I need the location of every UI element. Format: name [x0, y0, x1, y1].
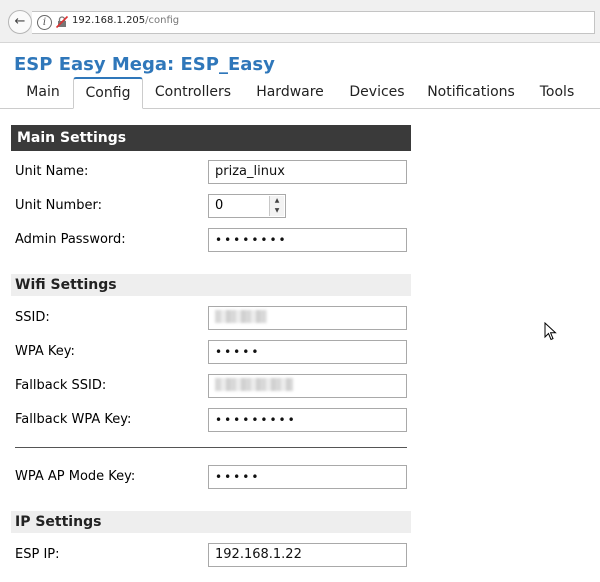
browser-toolbar: ← i 192.168.1.205/config	[0, 0, 600, 43]
wpa-ap-mode-key-label: WPA AP Mode Key:	[15, 469, 136, 484]
url-text: 192.168.1.205/config	[72, 15, 179, 26]
url-path: /config	[145, 15, 180, 26]
wpa-key-label: WPA Key:	[15, 344, 75, 359]
section-divider	[15, 447, 407, 448]
mouse-pointer-icon	[544, 322, 557, 341]
esp-ip-label: ESP IP:	[15, 547, 60, 562]
tab-main[interactable]: Main	[20, 78, 66, 107]
fallback-wpa-key-input[interactable]: •••••••••	[208, 408, 407, 432]
main-settings-header: Main Settings	[11, 125, 411, 151]
tab-config[interactable]: Config	[73, 77, 143, 109]
unit-name-input[interactable]: priza_linux	[208, 160, 407, 184]
wpa-key-input[interactable]: •••••	[208, 340, 407, 364]
ssid-input[interactable]	[208, 306, 407, 330]
unit-number-stepper[interactable]: 0 ▲ ▼	[208, 194, 286, 218]
fallback-ssid-input[interactable]	[208, 374, 407, 398]
redacted-value	[215, 378, 293, 391]
address-bar[interactable]: i 192.168.1.205/config	[32, 11, 595, 34]
redacted-value	[215, 310, 267, 323]
fallback-wpa-key-label: Fallback WPA Key:	[15, 412, 132, 427]
admin-password-input[interactable]: ••••••••	[208, 228, 407, 252]
nav-tabs: Main Config Controllers Hardware Devices…	[0, 77, 600, 109]
url-host: 192.168.1.205	[72, 15, 146, 26]
ip-settings-header: IP Settings	[11, 511, 411, 533]
unit-number-value: 0	[215, 198, 224, 213]
unit-name-label: Unit Name:	[15, 164, 89, 179]
back-arrow-icon[interactable]: ←	[8, 10, 32, 34]
insecure-lock-icon[interactable]	[55, 15, 69, 29]
admin-password-label: Admin Password:	[15, 232, 126, 247]
wpa-ap-mode-key-input[interactable]: •••••	[208, 465, 407, 489]
tab-controllers[interactable]: Controllers	[150, 78, 236, 107]
tab-notifications[interactable]: Notifications	[424, 78, 518, 107]
tab-tools[interactable]: Tools	[532, 78, 582, 107]
info-icon[interactable]: i	[37, 15, 52, 30]
tab-hardware[interactable]: Hardware	[250, 78, 330, 107]
ssid-label: SSID:	[15, 310, 50, 325]
esp-ip-input[interactable]: 192.168.1.22	[208, 543, 407, 567]
wifi-settings-header: Wifi Settings	[11, 274, 411, 296]
spin-down-icon[interactable]: ▼	[270, 206, 284, 216]
spin-buttons: ▲ ▼	[269, 196, 284, 216]
tab-devices[interactable]: Devices	[344, 78, 410, 107]
unit-number-label: Unit Number:	[15, 198, 102, 213]
page-title: ESP Easy Mega: ESP_Easy	[14, 54, 275, 75]
fallback-ssid-label: Fallback SSID:	[15, 378, 107, 393]
